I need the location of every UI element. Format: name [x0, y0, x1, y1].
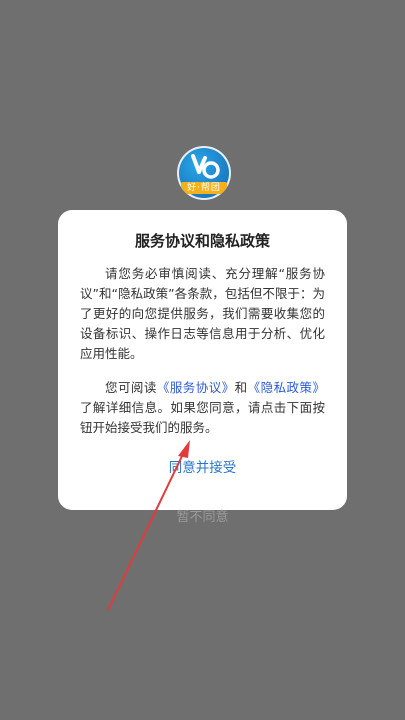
service-agreement-link[interactable]: 《服务协议》	[157, 380, 235, 395]
privacy-policy-link[interactable]: 《隐私政策》	[248, 380, 325, 395]
para2-and: 和	[234, 380, 248, 395]
para2-prefix: 您可阅读	[105, 380, 157, 395]
dialog-paragraph-1: 请您务必审慎阅读、充分理解“服务协议”和“隐私政策”各条款，包括但不限于：为了更…	[80, 266, 325, 361]
dialog-title: 服务协议和隐私政策	[134, 232, 270, 250]
agree-button[interactable]: 同意并接受	[159, 452, 247, 480]
para2-suffix: 了解详细信息。如果您同意，请点击下面按钮开始接受我们的服务。	[80, 400, 325, 435]
logo-ribbon-text: 好·帮团	[181, 182, 227, 194]
screen: 好·帮团 服务协议和隐私政策 请您务必审慎阅读、充分理解“服务协议”和“隐私政策…	[0, 0, 405, 720]
hand-ok-icon	[191, 154, 220, 179]
disagree-button[interactable]: 暂不同意	[166, 502, 238, 529]
dialog-paragraph-2: 您可阅读《服务协议》和《隐私政策》了解详细信息。如果您同意，请点击下面按钮开始接…	[80, 378, 325, 438]
app-logo: 好·帮团	[177, 146, 231, 200]
privacy-dialog: 服务协议和隐私政策 请您务必审慎阅读、充分理解“服务协议”和“隐私政策”各条款，…	[58, 210, 347, 525]
